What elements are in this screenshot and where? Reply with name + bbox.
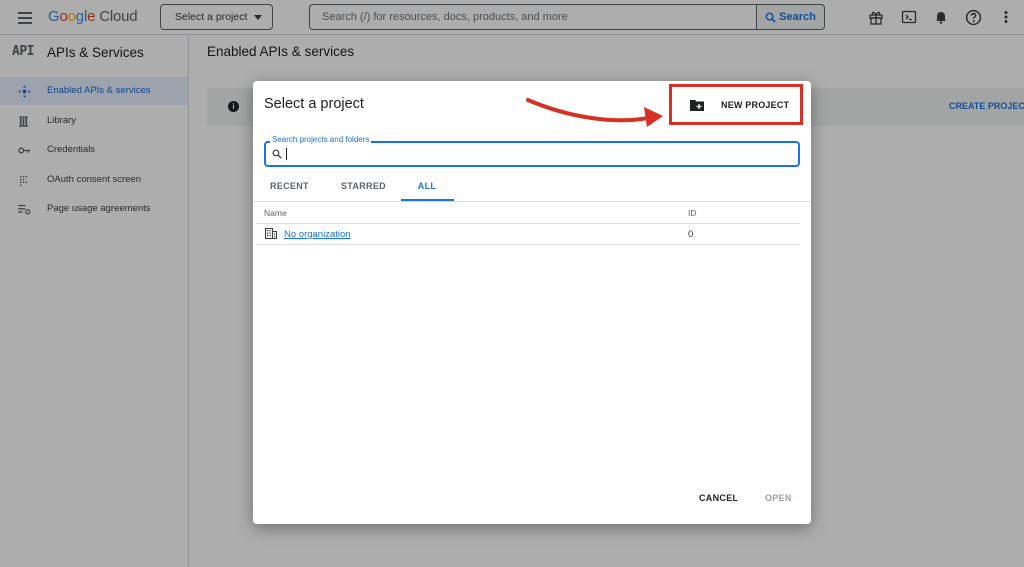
search-icon — [272, 149, 282, 159]
header-divider — [256, 223, 800, 224]
column-header-id: ID — [688, 208, 697, 218]
tab-recent[interactable]: RECENT — [270, 181, 309, 201]
tab-all[interactable]: ALL — [416, 181, 438, 201]
table-row-id: 0 — [688, 229, 694, 240]
organization-building-icon — [265, 228, 277, 239]
open-button: OPEN — [765, 493, 792, 503]
new-project-label: NEW PROJECT — [721, 100, 790, 110]
annotation-arrow-icon — [526, 98, 663, 127]
dialog-title: Select a project — [264, 96, 364, 112]
project-search-label: Search projects and folders — [270, 135, 372, 144]
tabs-divider — [253, 201, 811, 202]
table-row-name-link[interactable]: No organization — [284, 229, 351, 240]
column-header-name[interactable]: Name — [264, 208, 287, 218]
row-divider — [256, 244, 800, 245]
select-project-dialog: Select a project NEW PROJECT Search proj… — [253, 81, 811, 524]
new-project-button[interactable]: NEW PROJECT — [669, 84, 803, 125]
project-search-input[interactable] — [264, 141, 800, 167]
text-cursor — [286, 148, 287, 160]
new-folder-icon — [690, 100, 704, 111]
tab-starred[interactable]: STARRED — [341, 181, 386, 201]
cancel-button[interactable]: CANCEL — [699, 493, 738, 503]
